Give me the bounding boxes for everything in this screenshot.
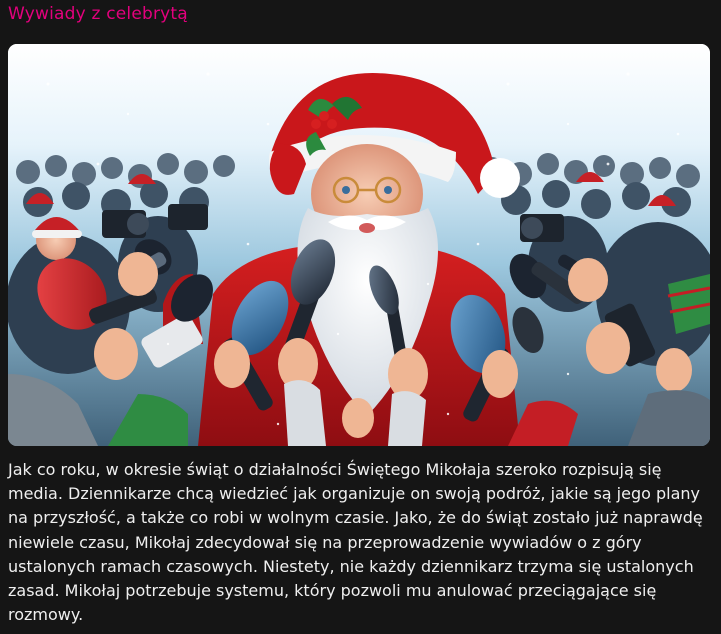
page-title: Wywiady z celebrytą xyxy=(8,4,188,24)
santa-illustration xyxy=(8,44,710,446)
article-body: Jak co roku, w okresie świąt o działalno… xyxy=(8,460,703,625)
